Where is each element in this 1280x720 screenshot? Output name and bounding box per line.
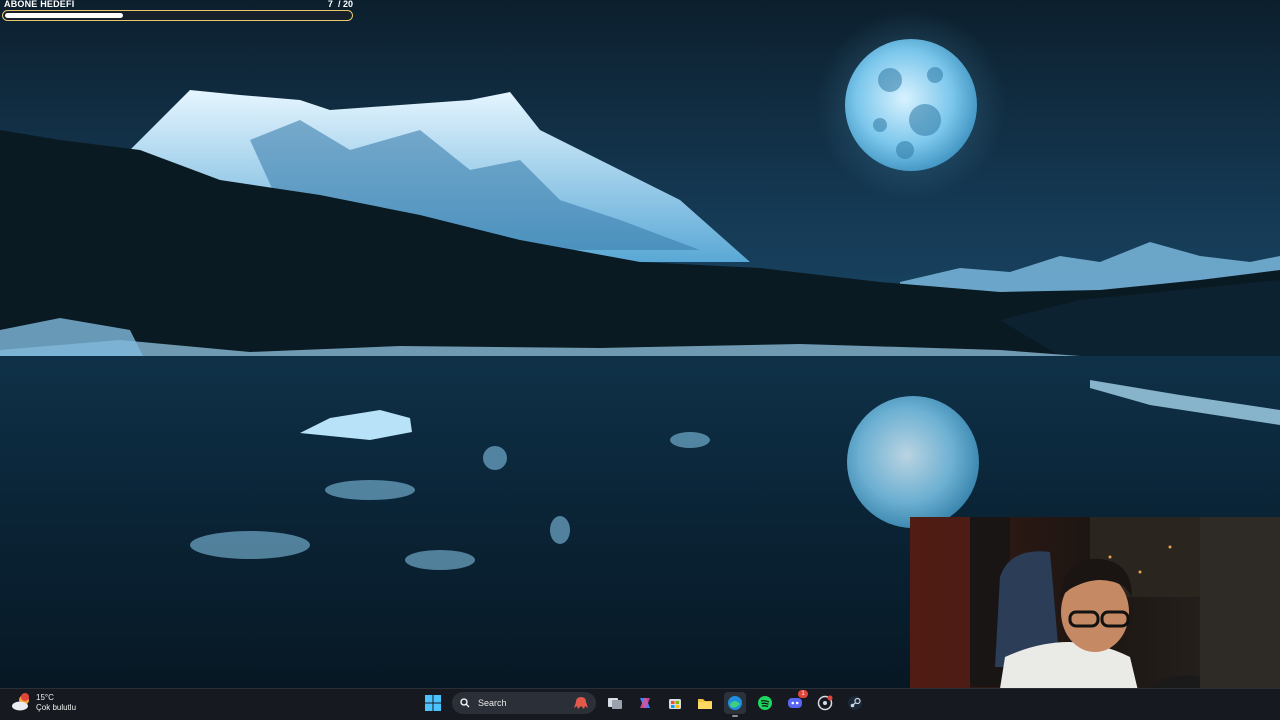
task-view-button[interactable] — [604, 692, 626, 714]
app-icon — [817, 695, 833, 711]
windows-icon — [425, 695, 441, 711]
edge-icon — [728, 696, 742, 710]
folder-icon — [698, 699, 712, 709]
active-indicator — [732, 715, 738, 717]
store-icon — [669, 699, 681, 709]
steam-icon — [848, 696, 862, 710]
task-view-icon — [608, 698, 622, 709]
goal-count: 7 / 20 — [328, 0, 353, 9]
weather-widget[interactable]: 15°C Çok bulutlu — [10, 692, 76, 714]
start-button[interactable] — [422, 692, 444, 714]
goal-target: 20 — [342, 0, 353, 9]
goal-progress-fill — [5, 13, 124, 18]
search-placeholder: Search — [478, 698, 507, 708]
moon-reflection — [847, 396, 979, 528]
taskbar-search[interactable]: Search — [452, 692, 596, 714]
goal-current: 7 — [327, 0, 333, 9]
edge-button[interactable] — [724, 692, 746, 717]
goal-title: ABONE HEDEFİ — [4, 0, 75, 9]
taskbar: 15°C Çok bulutlu Search 1 — [0, 688, 1280, 720]
goal-separator: / — [337, 0, 341, 9]
weather-temperature: 15°C — [36, 693, 54, 702]
spotify-button[interactable] — [754, 692, 776, 714]
discord-badge: 1 — [798, 690, 808, 698]
app-button[interactable] — [814, 692, 836, 714]
discord-button[interactable]: 1 — [784, 690, 808, 714]
subscriber-goal-widget: ABONE HEDEFİ 7 / 20 — [2, 0, 355, 24]
steam-button[interactable] — [844, 692, 866, 714]
search-icon — [460, 698, 470, 708]
copilot-icon — [640, 698, 650, 708]
copilot-button[interactable] — [634, 692, 656, 714]
goal-progress-bar — [2, 10, 353, 21]
search-highlight-icon — [574, 697, 588, 709]
file-explorer-button[interactable] — [694, 692, 716, 714]
partly-cloudy-icon — [10, 692, 32, 714]
spotify-icon — [758, 696, 772, 710]
weather-condition: Çok bulutlu — [36, 703, 77, 712]
store-button[interactable] — [664, 692, 686, 714]
